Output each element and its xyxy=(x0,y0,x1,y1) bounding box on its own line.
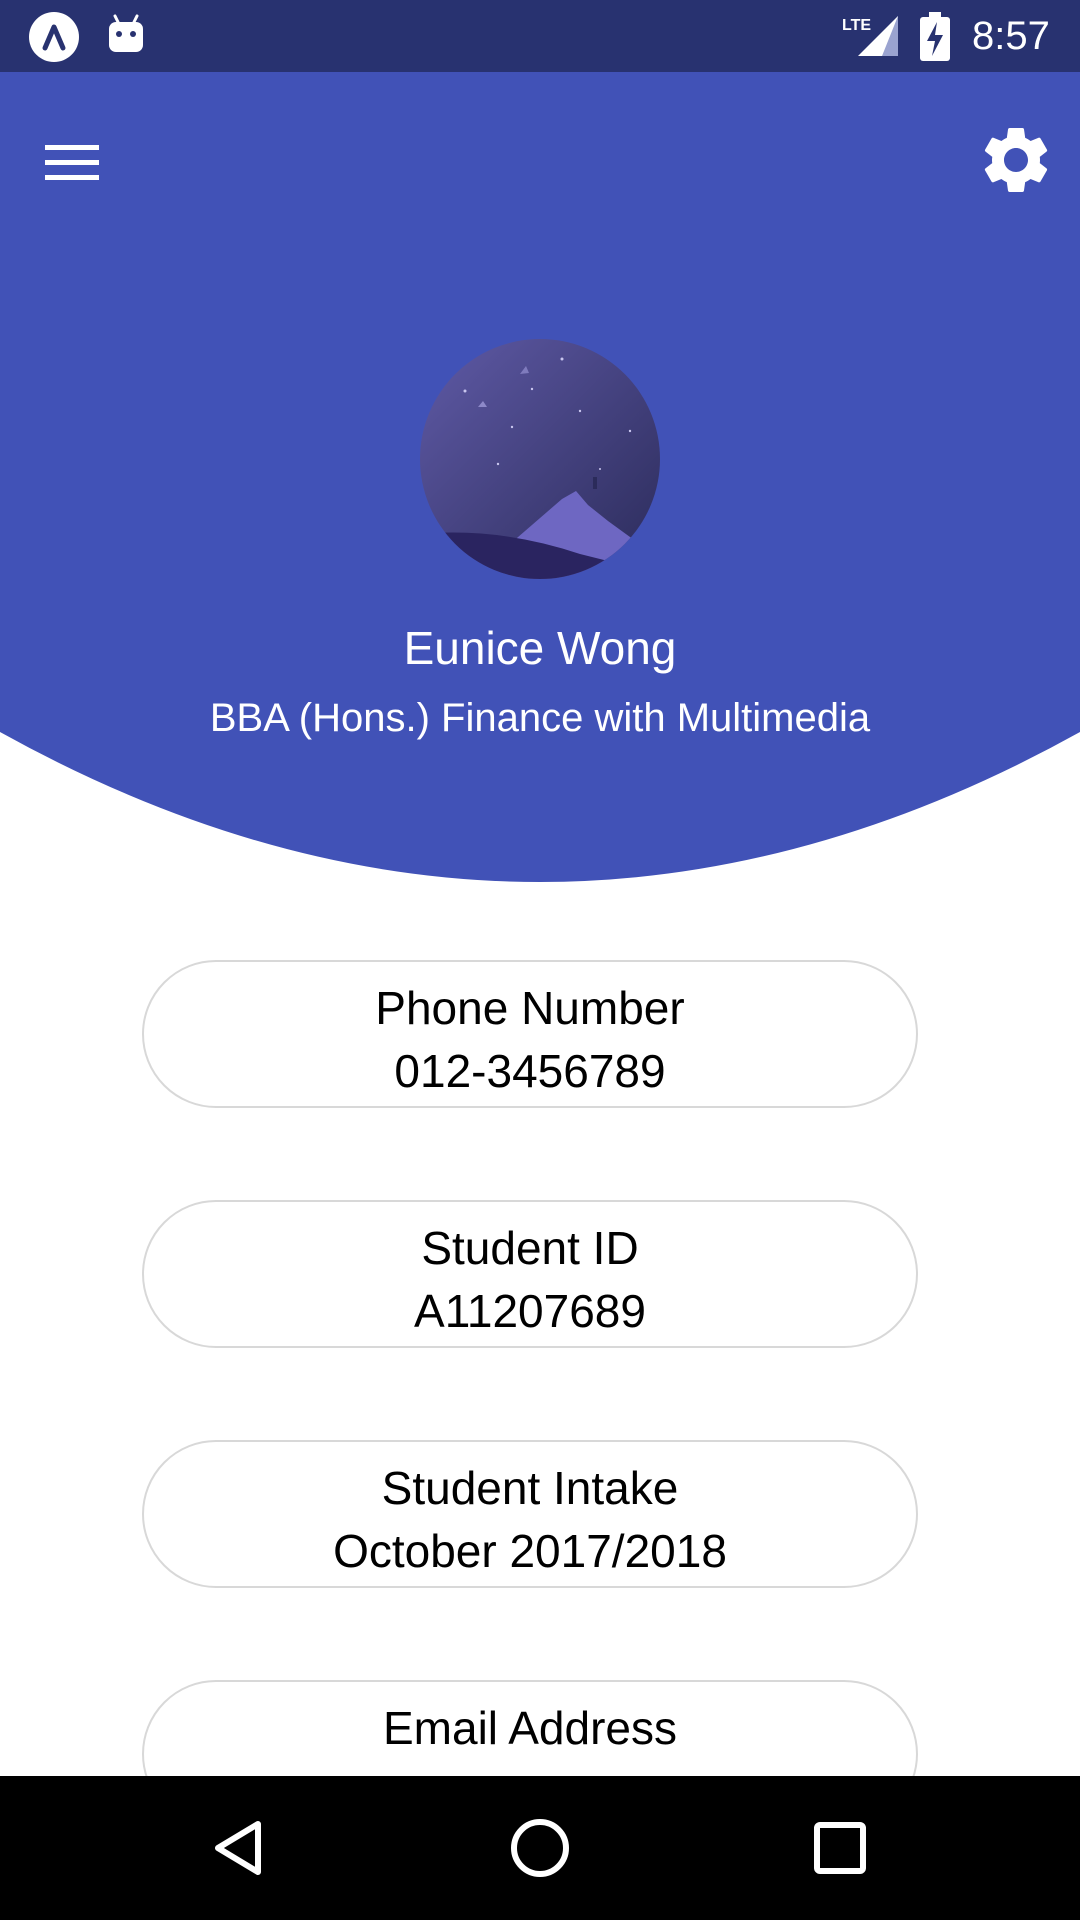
home-button[interactable] xyxy=(498,1806,582,1890)
card-value: A11207689 xyxy=(414,1285,646,1337)
card-label: Phone Number xyxy=(375,982,685,1034)
hamburger-menu-icon xyxy=(45,145,99,180)
profile-program: BBA (Hons.) Finance with Multimedia xyxy=(209,696,871,740)
phone-number-card[interactable]: Phone Number 012-3456789 xyxy=(142,960,918,1108)
lte-signal-icon: LTE xyxy=(840,12,900,58)
back-button[interactable] xyxy=(198,1806,282,1890)
avatar[interactable] xyxy=(420,339,660,579)
home-icon xyxy=(511,1819,569,1877)
status-time: 8:57 xyxy=(972,14,1050,58)
card-label: Student Intake xyxy=(381,1462,679,1514)
svg-text:LTE: LTE xyxy=(842,17,871,34)
android-icon xyxy=(106,12,146,58)
profile-screen: LTE 8:57 Eunice Wong BBA (Hons.) Finance… xyxy=(0,0,1080,1920)
navigation-bar xyxy=(0,1776,1080,1920)
recents-icon xyxy=(814,1822,866,1874)
settings-button[interactable] xyxy=(976,120,1056,200)
student-id-card[interactable]: Student ID A11207689 xyxy=(142,1200,918,1348)
menu-button[interactable] xyxy=(36,134,108,190)
card-value: 012-3456789 xyxy=(394,1045,666,1097)
app-icon xyxy=(29,12,79,62)
status-bar: LTE 8:57 xyxy=(0,0,1080,72)
card-label: Email Address xyxy=(382,1702,677,1754)
card-value: October 2017/2018 xyxy=(333,1525,727,1577)
recents-button[interactable] xyxy=(798,1806,882,1890)
card-label: Student ID xyxy=(421,1222,639,1274)
student-intake-card[interactable]: Student Intake October 2017/2018 xyxy=(142,1440,918,1588)
profile-name: Eunice Wong xyxy=(403,622,677,674)
battery-charging-icon xyxy=(918,12,952,62)
back-icon xyxy=(215,1821,261,1875)
gear-icon xyxy=(984,127,1048,192)
